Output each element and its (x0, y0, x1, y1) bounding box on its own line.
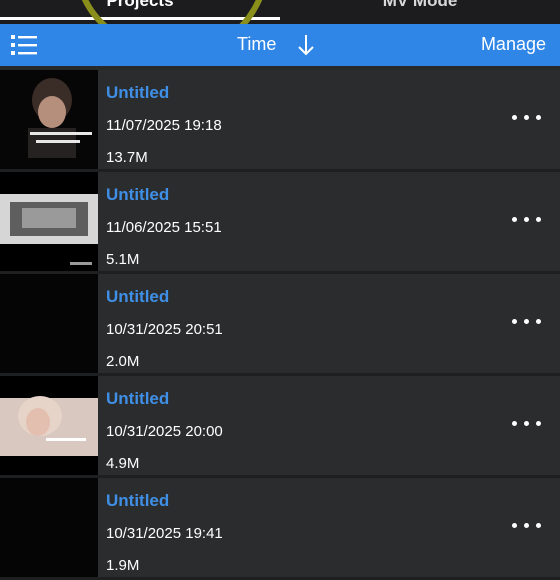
toolbar: Time Manage (0, 24, 560, 66)
project-title: Untitled (106, 185, 170, 204)
more-options-icon[interactable] (512, 214, 542, 224)
list-item[interactable]: Untitled 10/31/2025 20:00 4.9M (0, 376, 560, 478)
list-item[interactable]: Untitled 10/31/2025 19:41 1.9M (0, 478, 560, 580)
project-title: Untitled (106, 389, 170, 408)
video-thumbnail (0, 376, 98, 475)
tab-mv-mode[interactable]: MV Mode (280, 0, 560, 15)
list-item[interactable]: Untitled 11/06/2025 15:51 5.1M (0, 172, 560, 274)
tab-projects[interactable]: Projects (0, 0, 280, 15)
sort-label[interactable]: Time (237, 34, 276, 55)
project-title: Untitled (106, 83, 170, 102)
list-item[interactable]: Untitled 11/07/2025 19:18 13.7M (0, 70, 560, 172)
project-date: 10/31/2025 20:51 (106, 321, 223, 338)
project-date: 11/07/2025 19:18 (106, 117, 222, 134)
project-title: Untitled (106, 491, 170, 510)
project-date: 11/06/2025 15:51 (106, 219, 222, 236)
project-list: Untitled 11/07/2025 19:18 13.7M Untitled… (0, 70, 560, 580)
project-title: Untitled (106, 287, 170, 306)
project-date: 10/31/2025 19:41 (106, 525, 223, 542)
more-options-icon[interactable] (512, 418, 542, 428)
video-thumbnail (0, 172, 98, 271)
video-thumbnail (0, 70, 98, 169)
project-date: 10/31/2025 20:00 (106, 423, 223, 440)
project-size: 13.7M (106, 149, 148, 166)
list-item[interactable]: Untitled 10/31/2025 20:51 2.0M (0, 274, 560, 376)
project-size: 5.1M (106, 251, 140, 268)
more-options-icon[interactable] (512, 112, 542, 122)
top-tabs: Projects MV Mode (0, 0, 560, 24)
project-size: 2.0M (106, 353, 140, 370)
more-options-icon[interactable] (512, 520, 542, 530)
arrow-down-icon[interactable] (296, 33, 316, 57)
manage-button[interactable]: Manage (481, 34, 546, 55)
list-icon[interactable] (11, 34, 37, 56)
video-thumbnail (0, 274, 98, 373)
video-thumbnail (0, 478, 98, 577)
project-size: 4.9M (106, 455, 140, 472)
more-options-icon[interactable] (512, 316, 542, 326)
active-tab-indicator (0, 17, 280, 20)
